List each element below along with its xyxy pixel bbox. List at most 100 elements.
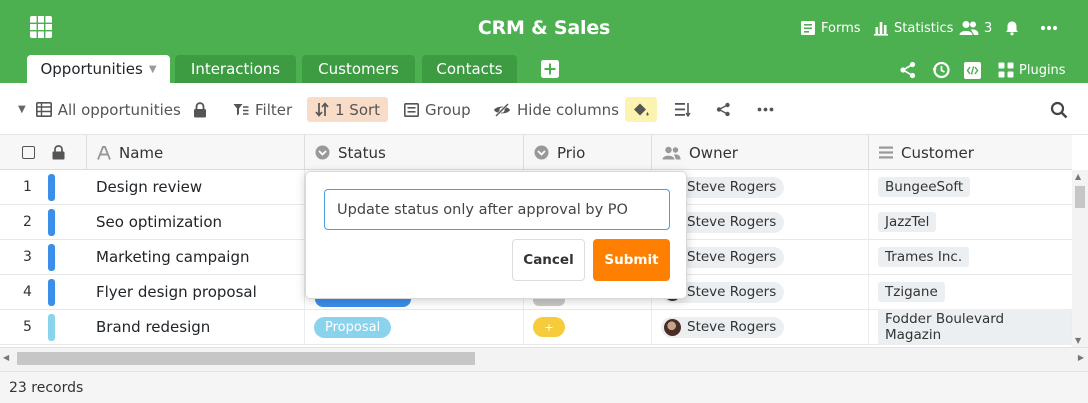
column-label: Owner [689, 143, 738, 162]
api-button[interactable] [964, 60, 981, 80]
grid-header: Name Status Prio Owner Customer [0, 135, 1072, 170]
sort-button[interactable]: 1 Sort [307, 97, 389, 122]
view-selector[interactable]: ▼ All opportunities [18, 97, 181, 122]
plugins-button[interactable]: Plugins [998, 60, 1066, 80]
customer-link[interactable]: JazzTel [878, 212, 937, 232]
more-menu-button[interactable] [1040, 18, 1058, 38]
cell-name[interactable]: Flyer design proposal [87, 275, 305, 309]
row-color-indicator [48, 174, 55, 201]
cell-prio[interactable]: + [524, 310, 652, 344]
customer-link[interactable]: BungeeSoft [878, 177, 971, 197]
lock-icon[interactable] [52, 145, 65, 160]
scroll-down-arrow-icon[interactable]: ▼ [1075, 336, 1081, 345]
cell-name[interactable]: Marketing campaign [87, 240, 305, 274]
owner-name: Steve Rogers [687, 284, 777, 300]
paint-bucket-icon [634, 103, 649, 115]
owner-chip: Steve Rogers [661, 316, 785, 338]
row-color-indicator [48, 314, 55, 341]
name-text: Flyer design proposal [96, 283, 257, 301]
cell-customer[interactable]: BungeeSoft [869, 170, 1072, 204]
caret-down-icon[interactable]: ▼ [18, 104, 26, 115]
hide-columns-label: Hide columns [517, 100, 619, 119]
forms-button[interactable]: Forms [800, 18, 861, 38]
scroll-left-arrow-icon[interactable]: ◀ [3, 353, 9, 362]
filter-button[interactable]: Filter [233, 97, 292, 122]
search-button[interactable] [1050, 97, 1068, 122]
horizontal-scrollbar[interactable]: ◀ ▶ [0, 347, 1088, 371]
apps-grid-icon[interactable] [30, 16, 52, 38]
column-header-status[interactable]: Status [305, 135, 524, 170]
sort-label: 1 Sort [335, 100, 381, 119]
status-pill: Proposal [314, 316, 392, 338]
group-label: Group [425, 100, 471, 119]
forms-icon [801, 21, 815, 35]
search-icon [1050, 101, 1068, 118]
cancel-button[interactable]: Cancel [512, 239, 585, 281]
scroll-right-arrow-icon[interactable]: ▶ [1078, 353, 1084, 362]
customer-link[interactable]: Trames Inc. [878, 247, 970, 267]
collaborators-button[interactable]: 3 [959, 18, 992, 38]
code-icon [964, 61, 981, 79]
history-button[interactable] [932, 60, 950, 80]
column-header-prio[interactable]: Prio [524, 135, 652, 170]
cell-customer[interactable]: Trames Inc. [869, 240, 1072, 274]
more-options-button[interactable] [757, 97, 774, 122]
tab-contacts[interactable]: Contacts [422, 55, 517, 83]
cell-owner[interactable]: Steve Rogers [652, 310, 869, 344]
share-button[interactable] [899, 60, 917, 80]
tab-customers[interactable]: Customers [302, 55, 415, 83]
cell-name[interactable]: Seo optimization [87, 205, 305, 239]
column-header-owner[interactable]: Owner [652, 135, 869, 170]
users-icon [959, 21, 979, 35]
records-count: 23 records [9, 379, 84, 396]
chevron-down-icon[interactable]: ▼ [149, 64, 157, 75]
column-label: Name [119, 143, 164, 162]
horizontal-scroll-thumb[interactable] [17, 352, 475, 365]
table-row[interactable]: 5 Brand redesign Proposal + Steve Rogers… [0, 309, 1072, 345]
cell-customer[interactable]: JazzTel [869, 205, 1072, 239]
cell-name[interactable]: Design review [87, 170, 305, 204]
cell-name[interactable]: Brand redesign [87, 310, 305, 344]
single-select-icon [315, 145, 330, 160]
view-name: All opportunities [57, 100, 181, 119]
customer-link[interactable]: Fodder Boulevard Magazin [878, 309, 1071, 345]
cell-customer[interactable]: Tzigane [869, 275, 1072, 309]
tab-interactions[interactable]: Interactions [175, 55, 296, 83]
group-icon [404, 102, 419, 117]
view-lock-button[interactable] [193, 97, 207, 122]
column-header-customer[interactable]: Customer [869, 135, 1072, 170]
plugins-icon [998, 62, 1014, 78]
scroll-up-arrow-icon[interactable]: ▲ [1075, 172, 1081, 181]
eye-slash-icon [494, 102, 510, 117]
cell-status[interactable]: Proposal [305, 310, 524, 344]
row-color-button[interactable] [625, 97, 657, 122]
row-height-button[interactable] [675, 97, 691, 122]
share-view-button[interactable] [716, 97, 731, 122]
statistics-button[interactable]: Statistics [873, 18, 953, 38]
table-view-icon [35, 102, 52, 117]
submit-button[interactable]: Submit [593, 239, 670, 281]
tab-label: Interactions [190, 60, 281, 78]
group-button[interactable]: Group [404, 97, 471, 122]
select-all-column [0, 135, 87, 170]
sort-icon [315, 102, 329, 117]
owner-name: Steve Rogers [687, 249, 777, 265]
vertical-scroll-thumb[interactable] [1075, 186, 1085, 208]
vertical-scrollbar[interactable]: ▲ ▼ [1072, 170, 1088, 347]
history-icon [932, 61, 950, 79]
customer-link[interactable]: Tzigane [878, 282, 945, 302]
cell-customer[interactable]: Fodder Boulevard Magazin [869, 309, 1072, 345]
add-table-icon[interactable] [541, 60, 559, 78]
lock-icon [194, 101, 206, 117]
plugins-label: Plugins [1019, 62, 1066, 78]
tab-opportunities[interactable]: Opportunities ▼ [27, 55, 170, 83]
comment-input[interactable] [324, 189, 670, 230]
filter-label: Filter [255, 100, 293, 119]
hide-columns-button[interactable]: Hide columns [493, 97, 619, 122]
tab-label: Opportunities [40, 60, 143, 78]
column-header-name[interactable]: Name [87, 135, 305, 170]
share-icon [716, 102, 730, 117]
select-all-checkbox[interactable] [22, 146, 35, 159]
column-label: Prio [557, 143, 586, 162]
notifications-button[interactable] [1004, 18, 1020, 38]
